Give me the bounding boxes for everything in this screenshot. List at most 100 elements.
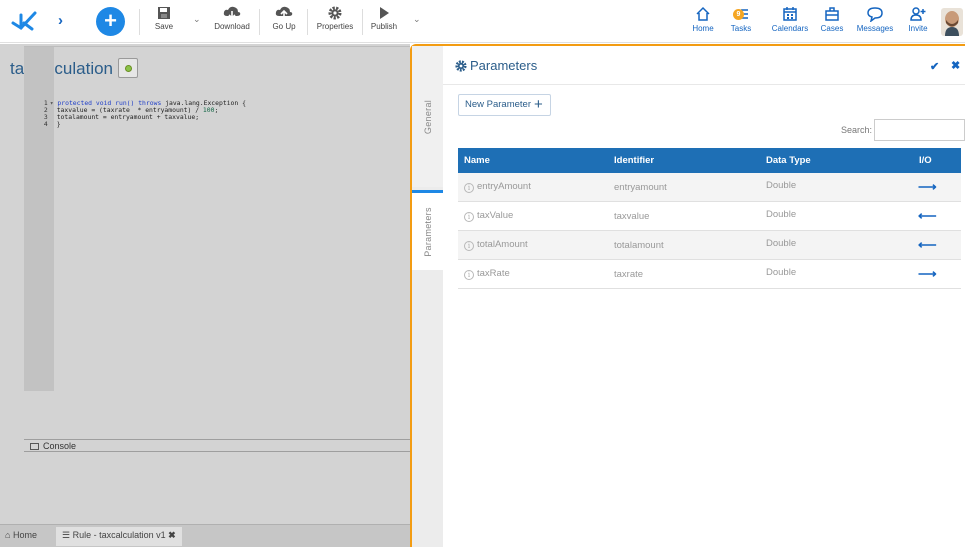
code-text: ; — [214, 106, 219, 114]
info-icon[interactable]: i — [464, 270, 474, 280]
save-button[interactable]: Save — [150, 6, 178, 38]
nav-cases[interactable]: Cases — [820, 6, 844, 38]
code-line-4[interactable]: 4} — [24, 114, 61, 128]
confirm-check-icon[interactable]: ✔ — [930, 60, 939, 73]
parameters-table-header: Name Identifier Data Type I/O — [458, 148, 961, 173]
download-button[interactable]: Download — [210, 6, 254, 38]
cases-label: Cases — [820, 24, 844, 33]
save-label: Save — [154, 22, 174, 31]
close-icon[interactable]: ✖ — [951, 59, 960, 72]
panel-title: Parameters — [455, 58, 537, 73]
messages-label: Messages — [856, 24, 894, 33]
tab-general-label: General — [422, 99, 433, 134]
param-data-type: Double — [766, 238, 797, 249]
search-input[interactable] — [874, 119, 965, 141]
chat-bubble-icon — [867, 7, 883, 22]
info-icon[interactable]: i — [464, 183, 474, 193]
panel-title-text: Parameters — [470, 58, 538, 73]
nav-invite[interactable]: Invite — [905, 6, 931, 38]
publish-dropdown-chevron-icon[interactable]: ⌄ — [413, 14, 421, 25]
param-identifier: entryamount — [614, 182, 667, 193]
param-name-cell: i taxValue — [464, 210, 513, 222]
panel-title-divider — [443, 84, 965, 85]
publish-label: Publish — [370, 22, 398, 31]
close-tab-icon[interactable]: ✖ — [168, 530, 176, 540]
table-row[interactable]: i taxValue taxvalue Double ⟵ — [458, 202, 961, 231]
code-line-3[interactable]: 3 totalamount = entryamount + taxvalue; — [24, 107, 199, 121]
publish-button[interactable]: Publish — [368, 6, 400, 38]
info-icon[interactable]: i — [464, 241, 474, 251]
tab-rule[interactable]: ☰ Rule - taxcalculation v1 ✖ — [56, 527, 182, 546]
param-name: totalAmount — [477, 239, 528, 250]
tasks-count-badge: 9 — [733, 9, 744, 20]
go-up-label: Go Up — [272, 22, 296, 31]
bottom-tab-bar: ⌂ Home ☰ Rule - taxcalculation v1 ✖ — [0, 524, 410, 547]
properties-button[interactable]: Properties — [314, 6, 356, 38]
column-header-name[interactable]: Name — [464, 155, 490, 166]
code-line-1[interactable]: 1 ▾ protected void run() throws java.lang… — [24, 93, 246, 107]
nav-home[interactable]: Home — [690, 6, 716, 38]
add-user-icon — [910, 7, 926, 21]
nav-calendars[interactable]: Calendars — [770, 6, 810, 38]
home-icon: ⌂ — [5, 530, 11, 540]
column-header-io[interactable]: I/O — [919, 155, 932, 166]
cloud-download-icon — [223, 6, 241, 20]
home-label: Home — [692, 24, 714, 33]
param-data-type: Double — [766, 209, 797, 220]
param-name: taxRate — [477, 268, 510, 279]
expand-menu-chevron-icon[interactable]: › — [58, 12, 63, 29]
save-dropdown-chevron-icon[interactable]: ⌄ — [193, 14, 201, 25]
toolbar-divider — [259, 9, 260, 35]
gear-icon — [328, 6, 342, 20]
tab-home-label: Home — [12, 530, 37, 540]
code-text: } — [56, 120, 61, 128]
avatar-image-icon — [941, 8, 963, 36]
console-header[interactable]: Console — [24, 439, 410, 452]
tab-home[interactable]: ⌂ Home — [5, 530, 37, 540]
play-icon — [380, 7, 389, 19]
toolbar-divider — [362, 9, 363, 35]
toolbar-divider — [139, 9, 140, 35]
briefcase-icon — [825, 7, 839, 21]
line-number: 4 — [43, 120, 48, 128]
table-row[interactable]: i taxRate taxrate Double ⟶ — [458, 260, 961, 289]
new-parameter-button[interactable]: New Parameter + — [458, 94, 551, 116]
code-line-2[interactable]: 2 taxvalue = (taxrate * entryamount) / 10… — [24, 100, 218, 114]
output-arrow-icon: ⟵ — [918, 208, 937, 223]
info-icon[interactable]: i — [464, 212, 474, 222]
invite-label: Invite — [908, 24, 928, 33]
code-text: totalamount = entryamount + taxvalue; — [56, 113, 200, 121]
code-number-literal: 100 — [202, 106, 215, 114]
calendar-icon — [783, 7, 797, 21]
console-label: Console — [43, 441, 77, 451]
console-icon — [30, 443, 39, 450]
add-button[interactable]: + — [96, 7, 125, 36]
user-avatar[interactable] — [941, 8, 963, 36]
tab-rule-label: Rule - taxcalculation v1 — [72, 530, 166, 540]
download-label: Download — [214, 22, 250, 31]
tab-general[interactable]: General — [412, 46, 443, 187]
output-arrow-icon: ⟵ — [918, 237, 937, 252]
column-header-data-type[interactable]: Data Type — [766, 155, 811, 166]
param-name-cell: i entryAmount — [464, 181, 531, 193]
cloud-upload-icon — [275, 6, 293, 18]
save-icon — [158, 7, 170, 19]
search-label: Search: — [841, 125, 873, 135]
param-data-type: Double — [766, 267, 797, 278]
param-name: taxValue — [477, 210, 514, 221]
param-name: entryAmount — [477, 181, 531, 192]
go-up-button[interactable]: Go Up — [267, 6, 301, 38]
param-identifier: totalamount — [614, 240, 664, 251]
table-row[interactable]: i totalAmount totalamount Double ⟵ — [458, 231, 961, 260]
nav-messages[interactable]: Messages — [855, 6, 895, 38]
toolbar-divider — [307, 9, 308, 35]
console-output[interactable] — [24, 452, 410, 524]
tab-parameters[interactable]: Parameters — [412, 190, 443, 270]
column-header-identifier[interactable]: Identifier — [614, 155, 654, 166]
properties-label: Properties — [316, 22, 354, 31]
gear-icon — [455, 60, 467, 72]
table-row[interactable]: i entryAmount entryamount Double ⟶ — [458, 173, 961, 202]
param-name-cell: i totalAmount — [464, 239, 528, 251]
app-logo-icon[interactable] — [10, 9, 38, 35]
param-identifier: taxvalue — [614, 211, 650, 222]
